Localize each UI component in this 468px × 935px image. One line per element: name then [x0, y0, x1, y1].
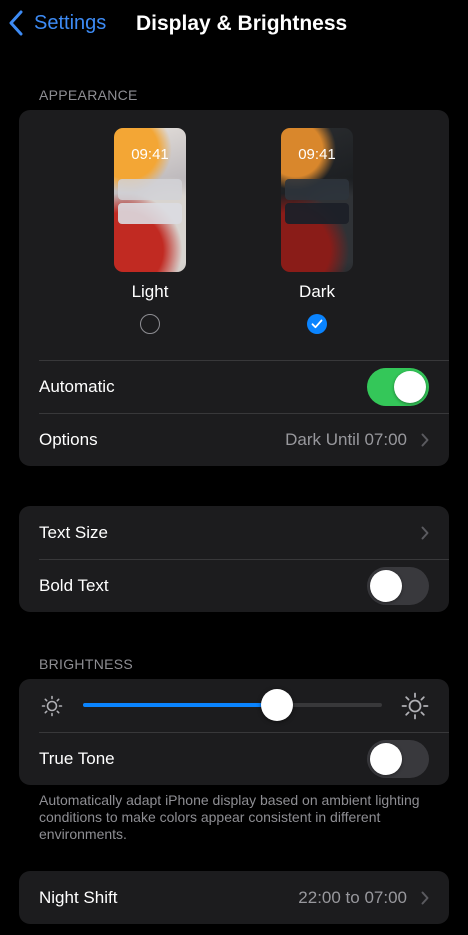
night-shift-group: Night Shift 22:00 to 07:00 — [19, 871, 449, 924]
brightness-slider-thumb[interactable] — [261, 689, 294, 721]
light-preview-time: 09:41 — [131, 146, 169, 163]
toggle-knob — [394, 370, 426, 403]
appearance-group: 09:41 Light 09:41 Dark Automatic Options… — [19, 110, 449, 466]
text-size-row[interactable]: Text Size — [19, 506, 449, 559]
light-mode-radio[interactable] — [140, 314, 160, 334]
appearance-picker: 09:41 Light 09:41 Dark — [19, 110, 449, 360]
appearance-header: APPEARANCE — [39, 87, 138, 103]
automatic-label: Automatic — [39, 376, 115, 396]
brightness-slider[interactable] — [83, 689, 382, 721]
dark-preview-widget — [285, 203, 349, 224]
night-shift-row[interactable]: Night Shift 22:00 to 07:00 — [19, 871, 449, 924]
options-value: Dark Until 07:00 — [285, 429, 407, 449]
chevron-right-icon — [421, 433, 429, 446]
bold-text-toggle[interactable] — [367, 566, 429, 605]
bold-text-row: Bold Text — [19, 559, 449, 612]
automatic-toggle[interactable] — [367, 367, 429, 406]
true-tone-footnote: Automatically adapt iPhone display based… — [39, 792, 420, 842]
toggle-knob — [370, 569, 402, 602]
options-label: Options — [39, 429, 98, 449]
true-tone-toggle[interactable] — [367, 739, 429, 778]
options-row[interactable]: Options Dark Until 07:00 — [19, 413, 449, 466]
true-tone-label: True Tone — [39, 748, 115, 768]
dark-mode-label: Dark — [299, 282, 335, 301]
sun-large-icon — [401, 692, 429, 720]
back-button-label: Settings — [34, 11, 107, 34]
back-button[interactable]: Settings — [8, 10, 106, 36]
bold-text-label: Bold Text — [39, 575, 109, 595]
text-settings-group: Text Size Bold Text — [19, 506, 449, 612]
light-mode-label: Light — [131, 282, 169, 301]
dark-mode-radio[interactable] — [307, 314, 327, 334]
brightness-slider-fill — [83, 703, 278, 707]
brightness-group: True Tone — [19, 679, 449, 785]
automatic-row: Automatic — [19, 360, 449, 413]
page-title: Display & Brightness — [136, 12, 348, 35]
dark-preview-widget — [285, 179, 349, 200]
light-mode-option[interactable]: 09:41 Light — [114, 128, 186, 334]
text-size-label: Text Size — [39, 522, 108, 542]
dark-mode-option[interactable]: 09:41 Dark — [281, 128, 353, 334]
dark-preview-time: 09:41 — [298, 146, 336, 163]
navigation-bar: Settings Display & Brightness — [0, 0, 468, 50]
sun-small-icon — [41, 695, 63, 717]
chevron-left-icon — [9, 10, 23, 36]
checkmark-icon — [311, 319, 323, 329]
night-shift-value: 22:00 to 07:00 — [298, 887, 407, 907]
dark-mode-preview: 09:41 — [281, 128, 353, 272]
true-tone-row: True Tone — [19, 732, 449, 785]
light-mode-preview: 09:41 — [114, 128, 186, 272]
light-preview-widget — [118, 179, 182, 200]
brightness-header: BRIGHTNESS — [39, 656, 134, 672]
chevron-right-icon — [421, 526, 429, 539]
brightness-slider-row — [19, 679, 449, 732]
light-preview-widget — [118, 203, 182, 224]
night-shift-label: Night Shift — [39, 887, 118, 907]
chevron-right-icon — [421, 891, 429, 904]
toggle-knob — [370, 742, 402, 775]
